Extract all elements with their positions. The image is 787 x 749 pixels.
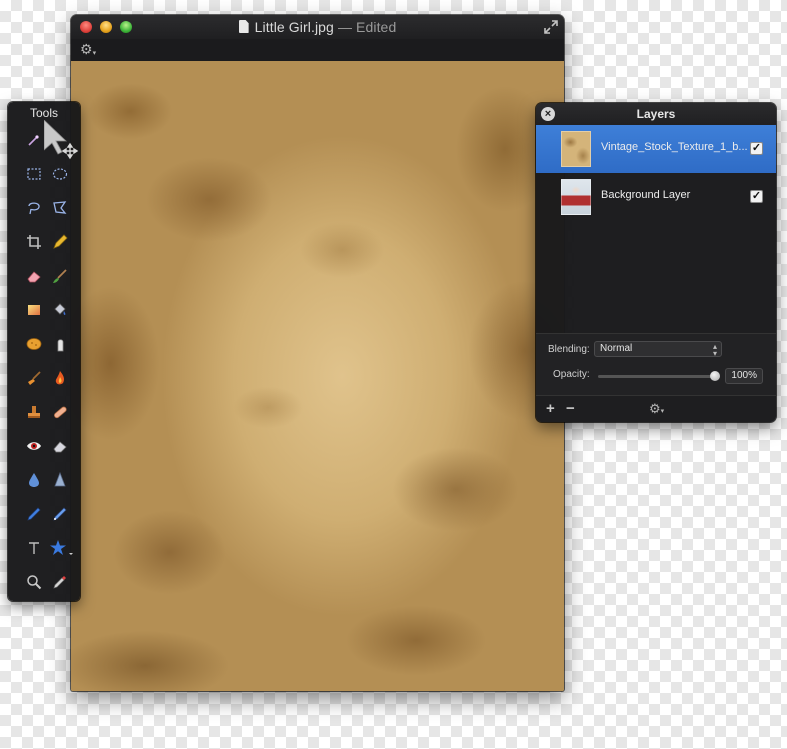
image-canvas[interactable]	[71, 61, 564, 691]
tools-palette: Tools	[8, 102, 80, 601]
gradient-icon[interactable]	[22, 298, 46, 322]
pen-icon[interactable]	[22, 502, 46, 526]
water-drop-icon[interactable]	[22, 468, 46, 492]
eye-icon[interactable]	[22, 434, 46, 458]
sharpen-cone-icon[interactable]	[48, 468, 72, 492]
magic-wand-icon[interactable]	[22, 128, 46, 152]
blending-value: Normal	[600, 343, 633, 354]
star-shape-icon[interactable]	[48, 536, 76, 560]
flame-icon[interactable]	[48, 366, 72, 390]
window-edited-status: — Edited	[333, 19, 397, 35]
layer-row[interactable]: Background Layer ✓	[536, 173, 776, 221]
layer-thumbnail	[561, 179, 591, 215]
text-icon[interactable]	[22, 536, 46, 560]
window-toolbar: ⚙▾	[71, 39, 564, 61]
gear-icon[interactable]: ⚙▾	[649, 401, 664, 417]
layer-name: Background Layer	[601, 189, 691, 201]
document-icon	[238, 20, 249, 33]
bandage-icon[interactable]	[48, 400, 72, 424]
layer-visibility-checkbox[interactable]: ✓	[750, 142, 763, 155]
crop-icon[interactable]	[22, 230, 46, 254]
layers-panel: × Layers Vintage_Stock_Texture_1_b... ✓ …	[536, 103, 776, 422]
window-filename: Little Girl.jpg	[254, 19, 334, 35]
eraser-icon[interactable]	[22, 264, 46, 288]
brush-icon[interactable]	[48, 264, 72, 288]
layer-name: Vintage_Stock_Texture_1_b...	[601, 141, 748, 153]
window-title: Little Girl.jpg — Edited	[71, 19, 564, 35]
rectangle-select-icon[interactable]	[22, 162, 46, 186]
lasso-icon[interactable]	[22, 196, 46, 220]
gear-icon[interactable]: ⚙▾	[80, 41, 96, 58]
layer-options: Blending: Normal ▴ ▾ Opacity: 100%	[536, 333, 776, 395]
eraser-block-icon[interactable]	[48, 434, 72, 458]
tools-palette-title: Tools	[29, 106, 58, 120]
opacity-slider-track[interactable]	[598, 375, 720, 378]
polygon-lasso-icon[interactable]	[48, 196, 72, 220]
ellipse-select-icon[interactable]	[48, 162, 72, 186]
paint-bucket-icon[interactable]	[48, 298, 72, 322]
remove-layer-button[interactable]: −	[566, 400, 575, 417]
add-layer-button[interactable]: +	[546, 400, 555, 417]
move-arrow-icon[interactable]	[44, 120, 80, 160]
layer-thumbnail	[561, 131, 591, 167]
magnifier-icon[interactable]	[22, 570, 46, 594]
eyedropper-icon[interactable]	[48, 570, 72, 594]
layers-titlebar[interactable]: × Layers	[536, 103, 776, 125]
document-window: Little Girl.jpg — Edited ⚙▾	[71, 15, 564, 691]
clone-stamp-icon[interactable]	[22, 400, 46, 424]
layer-row[interactable]: Vintage_Stock_Texture_1_b... ✓	[536, 125, 776, 173]
finger-smudge-icon[interactable]	[48, 332, 72, 356]
window-titlebar[interactable]: Little Girl.jpg — Edited	[71, 15, 564, 39]
vector-pen-icon[interactable]	[48, 502, 72, 526]
select-arrows-icon: ▴ ▾	[712, 342, 717, 358]
blending-select[interactable]: Normal ▴ ▾	[594, 341, 722, 358]
sponge-icon[interactable]	[22, 332, 46, 356]
pencil-icon[interactable]	[48, 230, 72, 254]
layer-visibility-checkbox[interactable]: ✓	[750, 190, 763, 203]
opacity-value-field[interactable]: 100%	[725, 368, 763, 384]
blending-label: Blending:	[548, 344, 590, 355]
layers-panel-title: Layers	[636, 107, 676, 121]
fullscreen-arrows-icon[interactable]	[544, 20, 558, 34]
broom-icon[interactable]	[22, 366, 46, 390]
opacity-slider-knob[interactable]	[710, 371, 720, 381]
opacity-label: Opacity:	[553, 369, 590, 380]
layers-footer: + − ⚙▾	[536, 395, 776, 422]
